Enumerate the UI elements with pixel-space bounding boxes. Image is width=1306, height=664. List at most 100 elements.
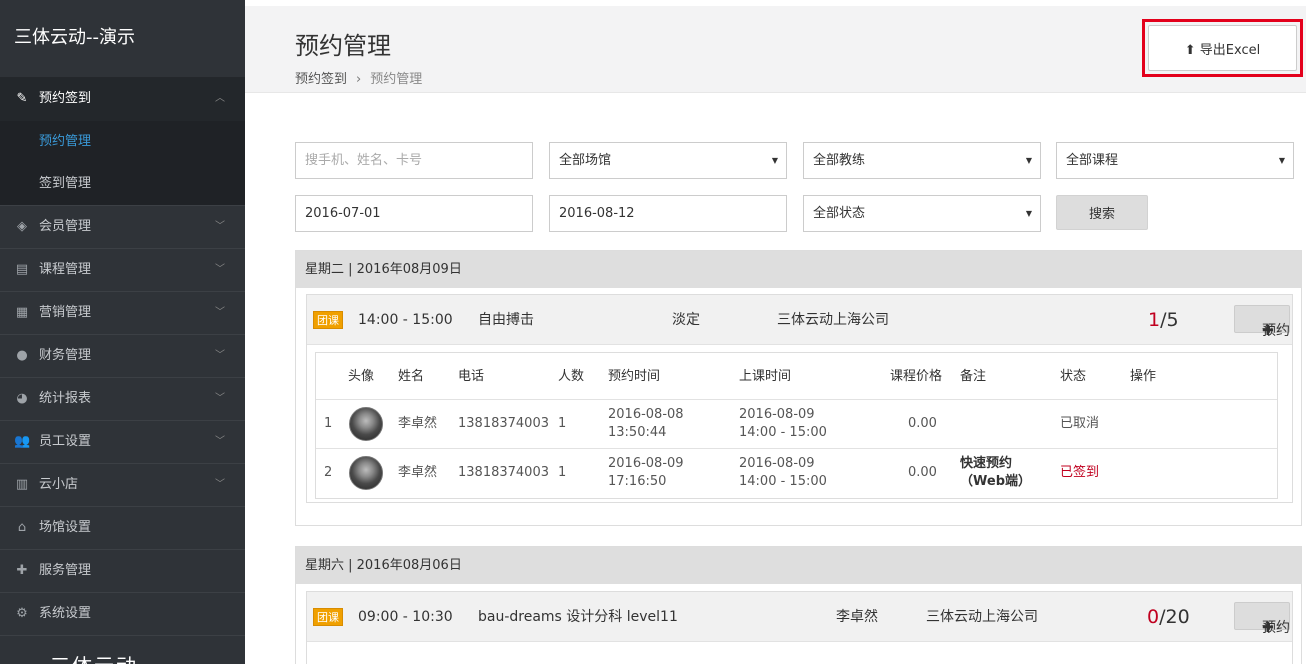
caret-down-icon: ▼: [1278, 156, 1285, 165]
clipboard-icon: ▤: [15, 262, 29, 277]
course-price: 0.00: [908, 416, 937, 431]
course-company: 三体云动上海公司: [926, 609, 1038, 625]
sidebar-item-system[interactable]: ⚙ 系统设置: [0, 593, 245, 636]
money-bag-icon: ●: [16, 348, 28, 363]
course-time: 09:00 - 10:30: [358, 609, 453, 625]
chevron-down-icon: ﹀: [215, 307, 225, 318]
venue-select-value: 全部场馆: [559, 153, 612, 168]
booked-count: 1: [1148, 309, 1161, 331]
sidebar-item-reports[interactable]: ◕ 统计报表 ﹀: [0, 378, 245, 421]
course-card: 团课 09:00 - 10:30 bau-dreams 设计分科 level11…: [306, 591, 1293, 664]
day-group: 星期二 | 2016年08月09日 团课 14:00 - 15:00 自由搏击 …: [295, 250, 1302, 526]
gear-icon: ⚙: [16, 606, 28, 621]
course-company: 三体云动上海公司: [777, 312, 889, 328]
search-input[interactable]: 搜手机、姓名、卡号: [295, 142, 533, 179]
sidebar-item-service[interactable]: ✚ 服务管理: [0, 550, 245, 593]
course-time: 14:00 - 15:00: [358, 312, 453, 328]
upload-icon: ⬆: [1184, 42, 1196, 58]
date-to-input[interactable]: 2016-08-12: [549, 195, 787, 232]
col-name: 姓名: [398, 369, 425, 384]
course-name: 自由搏击: [478, 312, 534, 328]
booking-status: 已取消: [1060, 416, 1100, 431]
chevron-down-icon: ﹀: [215, 393, 225, 404]
pencil-icon: ✎: [16, 91, 28, 106]
col-price: 课程价格: [890, 369, 943, 384]
booking-table: 头像 姓名 电话 人数 预约时间 上课时间 课程价格 备注 状态 操作 1 李卓…: [315, 352, 1278, 499]
sidebar-item-shop[interactable]: ▥ 云小店 ﹀: [0, 464, 245, 507]
capacity: /20: [1159, 606, 1190, 628]
avatar: [349, 456, 383, 490]
booked-count: 0: [1147, 606, 1160, 628]
sidebar-item-booking[interactable]: ✎ 预约签到 ︿: [0, 78, 245, 121]
book-time: 17:16:50: [608, 474, 667, 489]
caret-down-icon: ▼: [1025, 156, 1032, 165]
member-name[interactable]: 李卓然: [398, 415, 437, 433]
sidebar-item-label: 服务管理: [39, 563, 92, 578]
booking-count: 0/20: [1147, 592, 1190, 642]
chevron-up-icon: ︿: [215, 93, 225, 104]
member-count: 1: [558, 465, 567, 480]
main-content: 预约管理 预约签到 › 预约管理 ⬆ 导出Excel 搜手机、姓名、卡号 全部场馆 ▼…: [245, 0, 1306, 664]
col-book-time: 预约时间: [608, 369, 661, 384]
breadcrumb-separator-icon: ›: [356, 72, 362, 87]
sidebar-subitem-booking-manage[interactable]: 预约管理: [0, 121, 245, 163]
bottom-logo: 三体云动: [50, 650, 138, 664]
sidebar-item-courses[interactable]: ▤ 课程管理 ﹀: [0, 249, 245, 292]
sidebar-item-marketing[interactable]: ▦ 营销管理 ﹀: [0, 292, 245, 335]
booking-note: 快速预约: [960, 456, 1013, 471]
col-class-time: 上课时间: [739, 369, 792, 384]
sidebar-item-staff[interactable]: 👥 员工设置 ﹀: [0, 421, 245, 464]
venue-select[interactable]: 全部场馆 ▼: [549, 142, 787, 179]
sidebar-item-label: 会员管理: [39, 219, 92, 234]
row-index: 1: [324, 416, 333, 431]
export-label: 导出Excel: [1199, 42, 1261, 58]
date-from-input[interactable]: 2016-07-01: [295, 195, 533, 232]
page-title: 预约管理: [295, 32, 391, 60]
sidebar-item-venue[interactable]: ⌂ 场馆设置: [0, 507, 245, 550]
sidebar-subitem-checkin-manage[interactable]: 签到管理: [0, 163, 245, 205]
coach-select[interactable]: 全部教练 ▼: [803, 142, 1041, 179]
course-bar: 团课 09:00 - 10:30 bau-dreams 设计分科 level11…: [307, 592, 1292, 642]
table-header-row: 头像 姓名 电话 人数 预约时间 上课时间 课程价格 备注 状态 操作: [316, 353, 1277, 400]
course-bar: 团课 14:00 - 15:00 自由搏击 淡定 三体云动上海公司 1/5 ✚ 预…: [307, 295, 1292, 345]
class-time: 14:00 - 15:00: [739, 425, 827, 440]
sidebar-item-label: 营销管理: [39, 305, 92, 320]
member-name[interactable]: 李卓然: [398, 464, 437, 482]
pie-chart-icon: ◕: [16, 391, 28, 406]
sidebar-item-members[interactable]: ◈ 会员管理 ﹀: [0, 206, 245, 249]
col-note: 备注: [960, 369, 987, 384]
class-time: 14:00 - 15:00: [739, 474, 827, 489]
breadcrumb-link[interactable]: 预约签到: [295, 72, 347, 87]
course-name: bau-dreams 设计分科 level11: [478, 609, 678, 625]
receipt-icon: ▥: [15, 477, 29, 492]
sidebar-item-label: 统计报表: [39, 391, 92, 406]
col-action: 操作: [1130, 369, 1157, 384]
course-price: 0.00: [908, 465, 937, 480]
status-select[interactable]: 全部状态 ▼: [803, 195, 1041, 232]
sidebar-item-label: 场馆设置: [39, 520, 92, 535]
day-group: 星期六 | 2016年08月06日 团课 09:00 - 10:30 bau-d…: [295, 546, 1302, 664]
table-row: 1 李卓然 13818374003 1 2016-08-08 13:50:44 …: [316, 400, 1277, 449]
day-header: 星期二 | 2016年08月09日: [296, 251, 1301, 288]
app-brand: 三体云动--演示: [0, 0, 245, 78]
add-booking-button[interactable]: ✚ 预约: [1234, 602, 1290, 636]
book-date: 2016-08-08: [608, 407, 684, 422]
sidebar-item-label: 系统设置: [39, 606, 92, 621]
breadcrumb-current: 预约管理: [370, 72, 423, 87]
course-coach: 李卓然: [836, 609, 878, 625]
avatar: [349, 407, 383, 441]
sidebar-item-finance[interactable]: ● 财务管理 ﹀: [0, 335, 245, 378]
coach-select-value: 全部教练: [813, 153, 866, 168]
search-button[interactable]: 搜索: [1056, 195, 1148, 230]
caret-down-icon: ▼: [771, 156, 778, 165]
course-select[interactable]: 全部课程 ▼: [1056, 142, 1294, 179]
status-select-value: 全部状态: [813, 206, 866, 221]
course-type-badge: 团课: [313, 311, 343, 329]
export-excel-button[interactable]: ⬆ 导出Excel: [1148, 25, 1297, 71]
breadcrumb: 预约签到 › 预约管理: [295, 68, 422, 87]
add-booking-button[interactable]: ✚ 预约: [1234, 305, 1290, 339]
row-index: 2: [324, 465, 333, 480]
course-select-value: 全部课程: [1066, 153, 1119, 168]
sidebar-item-label: 员工设置: [39, 434, 92, 449]
col-count: 人数: [558, 369, 585, 384]
